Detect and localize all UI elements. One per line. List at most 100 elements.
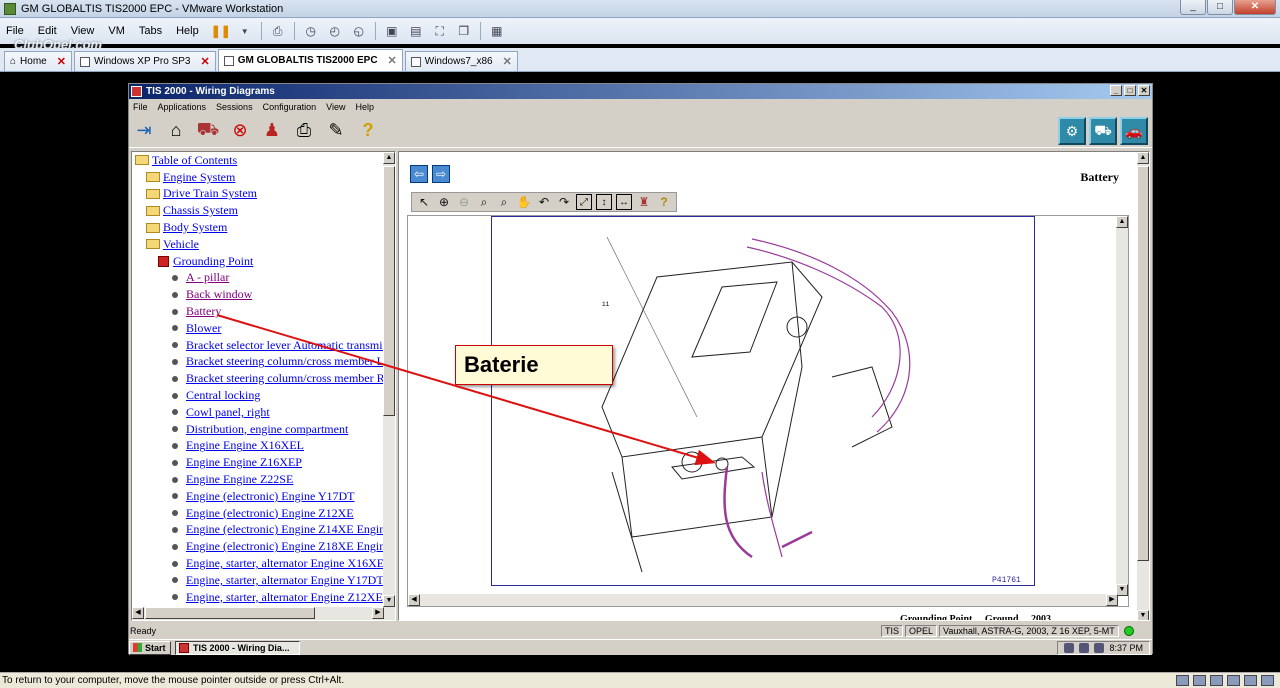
tree-item[interactable]: Engine Engine Z16XEP — [132, 454, 395, 471]
tree-item[interactable]: Engine System — [132, 169, 395, 186]
stop-icon[interactable]: ⊗ — [229, 120, 251, 142]
scroll-up-button[interactable]: ▲ — [1116, 216, 1128, 228]
tree-item[interactable]: Blower — [132, 320, 395, 337]
tree-item-link[interactable]: Chassis System — [163, 203, 238, 218]
tree-item-link[interactable]: Engine, starter, alternator Engine Y17DT — [186, 573, 384, 588]
device-printer-icon[interactable] — [1210, 675, 1223, 686]
tray-app-icon[interactable] — [1079, 643, 1090, 653]
tree-item-link[interactable]: Bracket selector lever Automatic transmi… — [186, 338, 387, 353]
scroll-left-button[interactable]: ◀ — [132, 607, 144, 619]
tree-item-link[interactable]: Body System — [163, 220, 227, 235]
unity-icon[interactable]: ❐ — [456, 23, 472, 39]
tree-item-link[interactable]: Engine (electronic) Engine Z12XE — [186, 506, 354, 521]
tis-menu-configuration[interactable]: Configuration — [263, 102, 317, 112]
tree-item[interactable]: Bracket steering column/cross member L — [132, 354, 395, 371]
close-tab-icon[interactable]: ✕ — [388, 54, 397, 67]
scroll-right-button[interactable]: ▶ — [372, 607, 384, 619]
print-icon[interactable]: ⎙ — [293, 120, 315, 142]
tree-item-link[interactable]: Distribution, engine compartment — [186, 422, 348, 437]
tree-item-link[interactable]: Table of Contents — [152, 153, 237, 168]
tis-maximize-button[interactable]: □ — [1124, 85, 1136, 96]
scroll-thumb[interactable] — [1137, 166, 1149, 561]
forward-button[interactable]: ⇨ — [432, 165, 450, 183]
tree-item[interactable]: Engine, starter, alternator Engine X16XE… — [132, 555, 395, 572]
console-view-icon[interactable]: ▦ — [489, 23, 505, 39]
thumbnail-bar-icon[interactable]: ▤ — [408, 23, 424, 39]
close-tab-icon[interactable]: ✕ — [503, 55, 512, 68]
tree-item[interactable]: Engine Engine X16XEL — [132, 438, 395, 455]
tree-item-link[interactable]: Bracket steering column/cross member L — [186, 354, 384, 369]
device-hdd-icon[interactable] — [1176, 675, 1189, 686]
tree-item-link[interactable]: Grounding Point — [173, 254, 253, 269]
tree-item[interactable]: Engine (electronic) Engine Z18XE Engine — [132, 538, 395, 555]
tree-item[interactable]: Chassis System — [132, 202, 395, 219]
snapshot-manager-icon[interactable]: ◵ — [351, 23, 367, 39]
menu-file[interactable]: File — [6, 25, 24, 37]
tis-minimize-button[interactable]: _ — [1110, 85, 1122, 96]
tis-menu-view[interactable]: View — [326, 102, 345, 112]
chevron-down-icon[interactable]: ▼ — [237, 23, 253, 39]
tab-gm-globaltis[interactable]: GM GLOBALTIS TIS2000 EPC ✕ — [217, 49, 403, 71]
tree-item[interactable]: Engine (electronic) Engine Z14XE Engine — [132, 522, 395, 539]
tree-item[interactable]: Table of Contents — [132, 152, 395, 169]
notes-icon[interactable]: ✎ — [325, 120, 347, 142]
hscroll-thumb[interactable] — [145, 607, 315, 619]
tab-home[interactable]: ⌂ Home ✕ — [4, 51, 72, 71]
fit-all-icon[interactable]: ⤢ — [576, 194, 592, 210]
tree-item[interactable]: Grounding Point — [132, 253, 395, 270]
scroll-down-button[interactable]: ▼ — [383, 595, 395, 607]
close-tab-icon[interactable]: ✕ — [200, 55, 209, 68]
menu-vm[interactable]: VM — [108, 25, 125, 37]
taskbar-item-tis[interactable]: TIS 2000 - Wiring Dia... — [175, 640, 300, 655]
tis-menu-file[interactable]: File — [133, 102, 148, 112]
tree-item-link[interactable]: Engine (electronic) Engine Z14XE Engine — [186, 522, 391, 537]
table-of-contents-panel[interactable]: Table of Contents Engine System Drive Trai… — [131, 151, 396, 621]
zoom-out-icon[interactable]: ⊖ — [456, 194, 472, 210]
send-ctrl-alt-del-icon[interactable]: ⎙ — [270, 23, 286, 39]
menu-tabs[interactable]: Tabs — [139, 25, 162, 37]
menu-view[interactable]: View — [71, 25, 95, 37]
tis-menu-applications[interactable]: Applications — [158, 102, 207, 112]
scroll-left-button[interactable]: ◀ — [408, 594, 420, 606]
rotate-left-icon[interactable]: ↶ — [536, 194, 552, 210]
fit-width-icon[interactable]: ↔ — [616, 194, 632, 210]
network-icon[interactable] — [1064, 643, 1075, 653]
tree-item[interactable]: Bracket selector lever Automatic transmi… — [132, 337, 395, 354]
menu-edit[interactable]: Edit — [38, 25, 57, 37]
diagnostics-tool-icon[interactable]: ⚙ — [1058, 117, 1086, 145]
tree-item[interactable]: Engine (electronic) Engine Y17DT — [132, 488, 395, 505]
tis-menu-help[interactable]: Help — [355, 102, 374, 112]
pan-hand-icon[interactable]: ✋ — [516, 194, 532, 210]
tree-item-link[interactable]: Engine (electronic) Engine Y17DT — [186, 489, 355, 504]
tree-item-link[interactable]: Engine, starter, alternator Engine Z12XE — [186, 590, 383, 605]
content-vscrollbar[interactable]: ▲ ▼ — [1137, 152, 1149, 620]
tree-item-link[interactable]: Drive Train System — [163, 186, 257, 201]
tree-item[interactable]: Engine (electronic) Engine Z12XE — [132, 505, 395, 522]
tree-item-link[interactable]: A - pillar — [186, 270, 229, 285]
tree-item[interactable]: Bracket steering column/cross member Ri — [132, 370, 395, 387]
service-tool-icon[interactable]: ⛟ — [1089, 117, 1117, 145]
viewer-help-icon[interactable]: ? — [656, 194, 672, 210]
tree-item-link[interactable]: Engine (electronic) Engine Z18XE Engine — [186, 539, 391, 554]
tree-item-link[interactable]: Engine Engine Z16XEP — [186, 455, 302, 470]
tree-item[interactable]: Central locking — [132, 387, 395, 404]
minimize-button[interactable]: _ — [1180, 0, 1206, 15]
close-button[interactable]: ✕ — [1234, 0, 1276, 15]
device-network-icon[interactable] — [1193, 675, 1206, 686]
scroll-thumb[interactable] — [383, 166, 395, 416]
fullscreen-icon[interactable]: ⛶ — [432, 23, 448, 39]
tree-item-link[interactable]: Bracket steering column/cross member Ri — [186, 371, 388, 386]
tree-item-link[interactable]: Engine Engine Z22SE — [186, 472, 293, 487]
device-usb-icon[interactable] — [1227, 675, 1240, 686]
exit-icon[interactable]: ⇥ — [133, 120, 155, 142]
start-button[interactable]: Start — [129, 640, 171, 655]
tree-item-link[interactable]: Battery — [186, 304, 221, 319]
pause-icon[interactable]: ❚❚ — [211, 23, 231, 39]
maximize-button[interactable]: □ — [1207, 0, 1233, 15]
tree-item[interactable]: A - pillar — [132, 270, 395, 287]
tree-item-link[interactable]: Vehicle — [163, 237, 199, 252]
diagram-viewer[interactable]: ▲ ▼ ◀ ▶ — [407, 215, 1129, 607]
home-icon[interactable]: ⌂ — [165, 120, 187, 142]
vehicle-icon[interactable]: ⛟ — [197, 119, 220, 142]
tree-item[interactable]: Cowl panel, right — [132, 404, 395, 421]
